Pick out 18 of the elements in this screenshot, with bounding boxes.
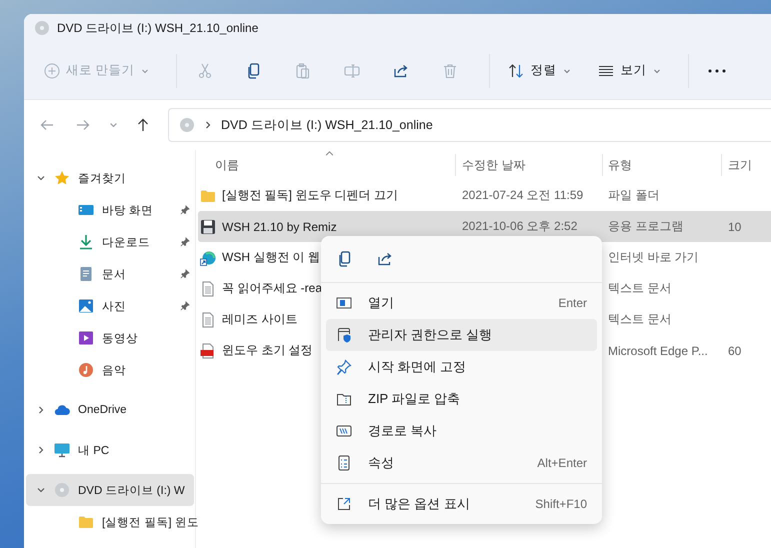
- type-cell: 파일 폴더: [608, 187, 660, 204]
- file-name: [실행전 필독] 윈도우 디펜더 끄기: [222, 187, 398, 204]
- date-cell: 2021-10-06 오후 2:52: [462, 218, 578, 235]
- type-cell: 텍스트 문서: [608, 280, 672, 297]
- type-cell: 인터넷 바로 가기: [608, 249, 699, 266]
- file-name: WSH 실행전 이 웹: [222, 249, 320, 266]
- file-name: 윈도우 초기 설정: [222, 342, 313, 359]
- size-cell: 60: [728, 344, 742, 358]
- window-title: DVD 드라이브 (I:) WSH_21.10_online: [57, 20, 258, 36]
- address-path: DVD 드라이브 (I:) WSH_21.10_online: [221, 116, 433, 134]
- file-name: 레미즈 사이트: [222, 311, 298, 328]
- type-cell: Microsoft Edge P...: [608, 344, 708, 358]
- file-name: 꼭 읽어주세요 -rea: [222, 280, 322, 297]
- type-cell: 응용 프로그램: [608, 218, 684, 235]
- type-cell: 텍스트 문서: [608, 311, 672, 328]
- file-name: WSH 21.10 by Remiz: [222, 220, 337, 234]
- date-cell: 2021-07-24 오전 11:59: [462, 187, 584, 204]
- size-cell: 10: [728, 220, 742, 234]
